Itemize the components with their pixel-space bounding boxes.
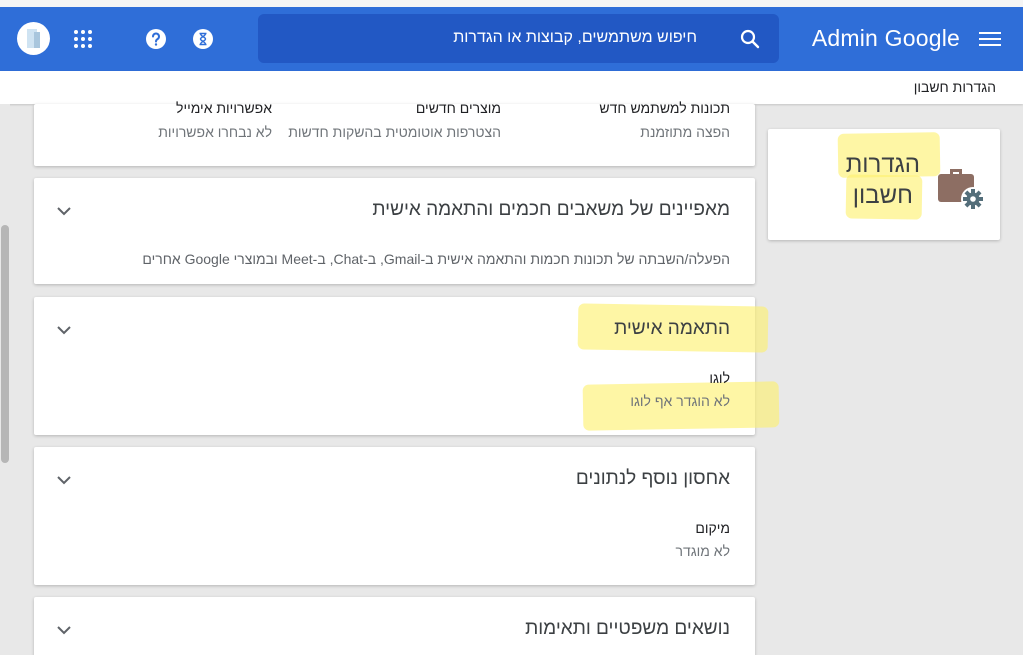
column-value-email-options: לא נבחרו אפשרויות xyxy=(158,124,272,140)
section-title-legal: נושאים משפטיים ותאימות xyxy=(525,618,730,639)
account-settings-title-line1: הגדרות xyxy=(845,151,920,178)
scrollbar-thumb[interactable] xyxy=(1,225,9,463)
section-description-smart-features: הפעלה/השבתה של תכונות חכמות והתאמה אישית… xyxy=(142,251,730,267)
smart-features-card[interactable]: מאפיינים של משאבים חכמים והתאמה אישית הפ… xyxy=(34,178,755,284)
account-settings-card[interactable]: הגדרות חשבון xyxy=(768,129,1000,240)
section-title-smart-features: מאפיינים של משאבים חכמים והתאמה אישית xyxy=(372,199,730,220)
hourglass-icon[interactable] xyxy=(192,28,214,50)
column-label-new-products: מוצרים חדשים xyxy=(415,100,501,116)
location-label: מיקום xyxy=(695,520,730,536)
new-user-settings-card: תכונות למשתמש חדש הפצה מתוזמנת מוצרים חד… xyxy=(34,100,755,166)
account-avatar[interactable] xyxy=(17,22,50,55)
location-value: לא מוגדר xyxy=(675,543,730,559)
main-menu-icon[interactable] xyxy=(979,29,1001,49)
data-storage-card[interactable]: אחסון נוסף לנתונים מיקום לא מוגדר xyxy=(34,447,755,585)
chevron-down-icon[interactable] xyxy=(56,625,72,635)
search-bar[interactable]: חיפוש משתמשים, קבוצות או הגדרות xyxy=(258,14,779,63)
breadcrumb-bar: הגדרות חשבון xyxy=(0,71,1023,104)
chevron-down-icon[interactable] xyxy=(56,475,72,485)
search-icon[interactable] xyxy=(739,28,761,50)
account-settings-title-line2: חשבון xyxy=(852,182,913,209)
section-title-personalization: התאמה אישית xyxy=(614,318,730,339)
account-settings-title: הגדרות חשבון xyxy=(846,149,920,211)
column-value-new-products: הצטרפות אוטומטית בהשקות חדשות xyxy=(288,124,501,140)
apps-grid-icon[interactable] xyxy=(72,28,94,50)
app-brand[interactable]: Admin Google xyxy=(812,25,960,52)
logo-label: לוגו xyxy=(709,370,730,386)
breadcrumb: הגדרות חשבון xyxy=(913,79,996,95)
section-title-data-storage: אחסון נוסף לנתונים xyxy=(575,468,730,489)
personalization-card[interactable]: התאמה אישית לוגו לא הוגדר אף לוגו xyxy=(34,297,780,435)
help-icon[interactable] xyxy=(145,28,167,50)
column-value-new-user-features: הפצה מתוזמנת xyxy=(640,124,730,140)
briefcase-gear-icon xyxy=(938,169,985,211)
legal-compliance-card[interactable]: נושאים משפטיים ותאימות xyxy=(34,597,755,655)
top-strip xyxy=(0,0,1023,7)
logo-value: לא הוגדר אף לוגו xyxy=(630,393,730,409)
search-input[interactable]: חיפוש משתמשים, קבוצות או הגדרות xyxy=(453,29,697,47)
column-label-new-user-features: תכונות למשתמש חדש xyxy=(599,100,730,116)
chevron-down-icon[interactable] xyxy=(56,325,72,335)
column-label-email-options: אפשרויות אימייל xyxy=(176,100,272,116)
chevron-down-icon[interactable] xyxy=(56,206,72,216)
app-header: חיפוש משתמשים, קבוצות או הגדרות Admin Go… xyxy=(0,7,1023,71)
